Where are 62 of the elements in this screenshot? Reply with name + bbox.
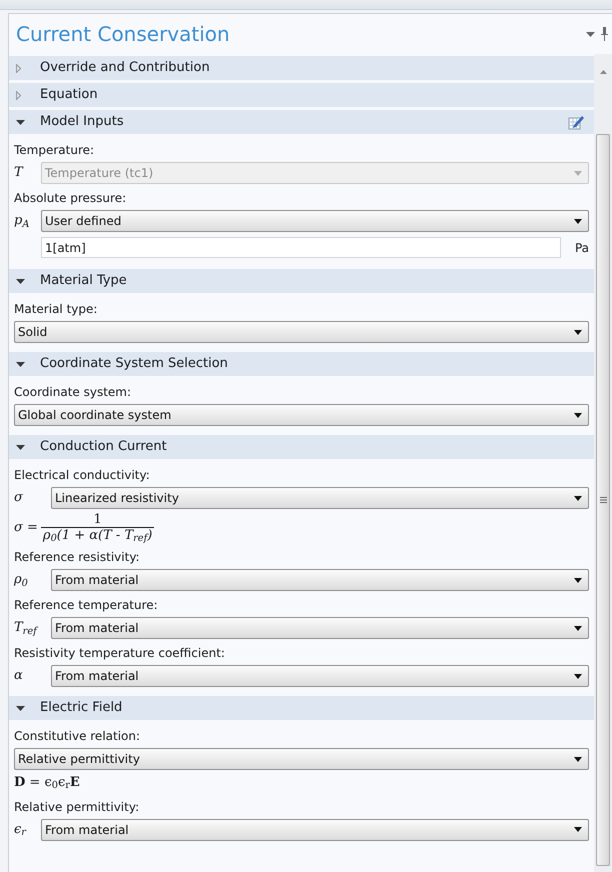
- pin-icon[interactable]: [601, 27, 608, 41]
- symbol-label: T: [14, 164, 24, 182]
- symbol-label: α: [14, 667, 24, 686]
- field-label: Reference resistivity:: [14, 549, 141, 566]
- expanded-triangle-icon: [16, 362, 25, 366]
- section-header[interactable]: Material Type: [9, 269, 594, 293]
- expanded-triangle-icon: [16, 706, 25, 710]
- dropdown-select[interactable]: From material: [41, 818, 589, 840]
- field-label: Coordinate system:: [14, 384, 132, 401]
- field-label: Absolute pressure:: [14, 190, 128, 207]
- dropdown-caret-icon: [574, 626, 582, 630]
- dropdown-select[interactable]: From material: [51, 665, 589, 687]
- dropdown-caret-icon: [574, 496, 582, 500]
- scrollbar[interactable]: [594, 54, 612, 872]
- dropdown-caret-icon: [574, 218, 582, 224]
- grip-icon: [600, 497, 606, 503]
- expanded-triangle-icon: [16, 444, 25, 450]
- dropdown-caret-icon: [574, 756, 582, 762]
- collapsed-triangle-icon: [16, 90, 21, 100]
- dropdown-select[interactable]: Relative permittivity: [14, 748, 589, 770]
- field-label: Relative permittivity:: [14, 798, 140, 816]
- conductivity-equation: σ = 1 ρ$_{0}$(1 + α(T - T$_{ref}$): [14, 512, 156, 543]
- symbol-label: ϵ$_{r}$: [14, 820, 28, 840]
- symbol-label: T$_{ref}$: [14, 619, 40, 638]
- symbol-label: ρ$_{0}$: [14, 571, 29, 590]
- collapsed-triangle-icon: [16, 64, 21, 72]
- section-header[interactable]: Override and Contribution: [9, 56, 594, 80]
- dropdown-select[interactable]: From material: [51, 569, 589, 591]
- dropdown-select[interactable]: User defined: [41, 210, 589, 232]
- field-label: Constitutive relation:: [14, 728, 142, 745]
- section-header[interactable]: Equation: [9, 83, 594, 107]
- field-label: Resistivity temperature coefficient:: [14, 645, 226, 662]
- dropdown-caret-icon: [574, 827, 582, 832]
- field-label: Material type:: [14, 301, 98, 318]
- section-header[interactable]: Conduction Current: [9, 435, 594, 459]
- dropdown-caret-icon: [574, 170, 582, 176]
- symbol-label: σ: [14, 489, 24, 508]
- section-header[interactable]: Electric Field: [9, 696, 594, 720]
- field-label: Electrical conductivity:: [14, 467, 151, 484]
- symbol-label: p$_{A}$: [14, 212, 30, 231]
- scrollbar-thumb[interactable]: [596, 134, 610, 866]
- dropdown-caret-icon: [574, 330, 582, 334]
- expanded-triangle-icon: [16, 120, 25, 124]
- edit-table-icon[interactable]: [568, 114, 584, 130]
- panel-menu-caret-icon[interactable]: [586, 32, 595, 36]
- dropdown-select[interactable]: Solid: [14, 321, 589, 343]
- dropdown-caret-icon: [574, 674, 582, 678]
- scroll-up-arrow-icon[interactable]: [600, 70, 606, 74]
- field-label: Reference temperature:: [14, 597, 159, 614]
- field-label: Temperature:: [14, 142, 96, 159]
- panel-title: Current Conservation: [16, 21, 230, 48]
- expanded-triangle-icon: [16, 278, 25, 284]
- section-header[interactable]: Model Inputs: [9, 110, 594, 134]
- constitutive-equation: D = ϵ$_{0}$ϵ$_{r}$E: [14, 774, 81, 792]
- value-input-field[interactable]: 1[atm]: [41, 237, 561, 258]
- dropdown-select[interactable]: Global coordinate system: [14, 404, 589, 426]
- dropdown-select[interactable]: From material: [51, 617, 589, 639]
- section-header[interactable]: Coordinate System Selection: [9, 352, 594, 376]
- dropdown-caret-icon: [574, 412, 582, 418]
- dropdown-caret-icon: [574, 578, 582, 582]
- dropdown-select[interactable]: Linearized resistivity: [51, 487, 589, 509]
- unit-label: Pa: [574, 240, 589, 256]
